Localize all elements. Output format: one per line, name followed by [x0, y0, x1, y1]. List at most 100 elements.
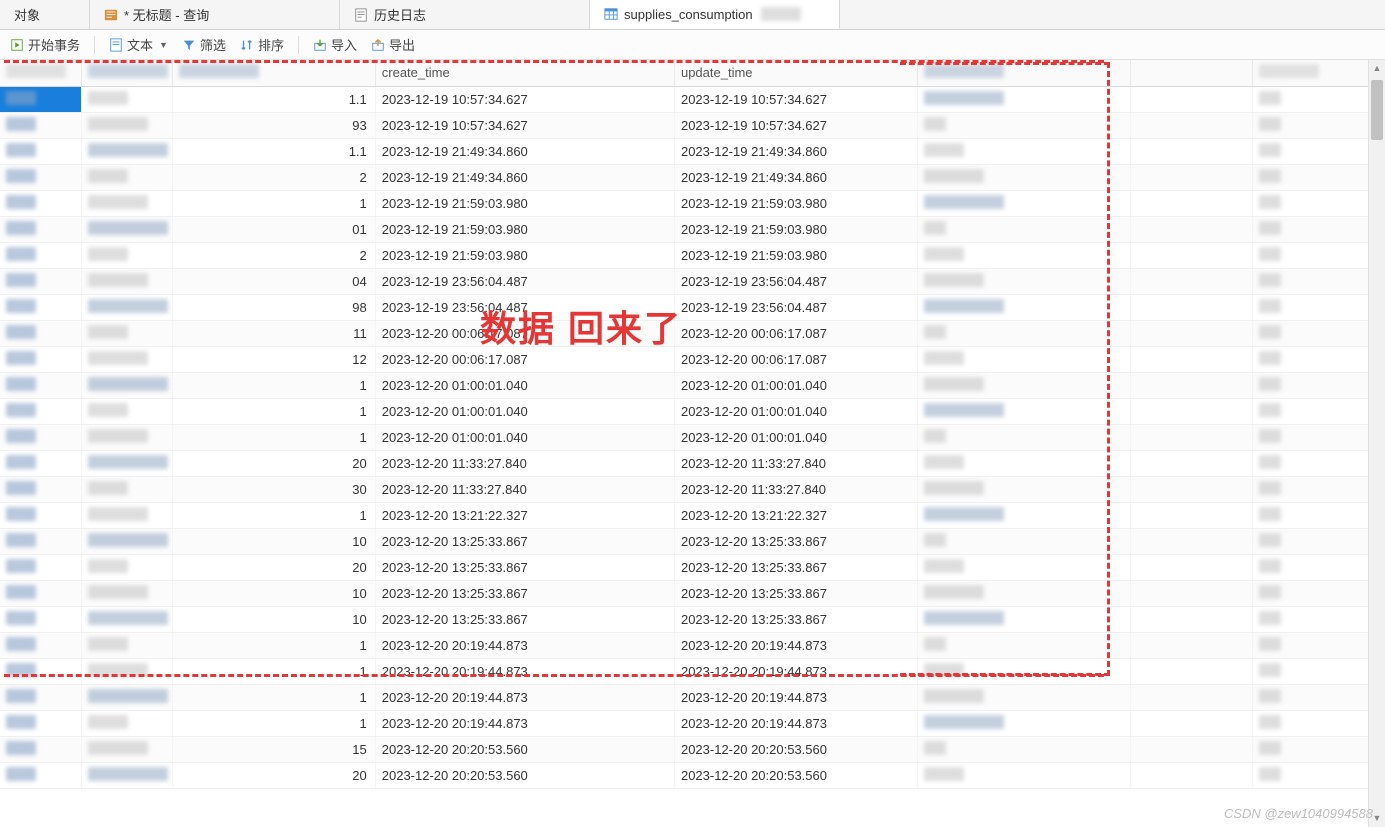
- table-row[interactable]: 22023-12-19 21:59:03.9802023-12-19 21:59…: [0, 242, 1385, 268]
- cell-blurred[interactable]: [918, 242, 1131, 268]
- cell-blurred[interactable]: [81, 190, 172, 216]
- cell-blurred[interactable]: [918, 658, 1131, 684]
- table-row[interactable]: 12023-12-20 20:19:44.8732023-12-20 20:19…: [0, 632, 1385, 658]
- cell-blurred[interactable]: [918, 580, 1131, 606]
- table-row[interactable]: 12023-12-20 20:19:44.8732023-12-20 20:19…: [0, 658, 1385, 684]
- cell-blurred[interactable]: [0, 294, 81, 320]
- cell-update-time[interactable]: 2023-12-20 20:19:44.873: [674, 710, 917, 736]
- cell-blurred[interactable]: [81, 450, 172, 476]
- cell-blurred[interactable]: [1131, 736, 1253, 762]
- col-header-blurred[interactable]: [918, 60, 1131, 86]
- cell-blurred[interactable]: [918, 450, 1131, 476]
- scroll-thumb[interactable]: [1371, 80, 1383, 140]
- table-row[interactable]: 102023-12-20 13:25:33.8672023-12-20 13:2…: [0, 528, 1385, 554]
- cell-value[interactable]: 1: [172, 684, 375, 710]
- cell-value[interactable]: 11: [172, 320, 375, 346]
- cell-blurred[interactable]: [1253, 346, 1385, 372]
- table-row[interactable]: 12023-12-20 20:19:44.8732023-12-20 20:19…: [0, 710, 1385, 736]
- cell-blurred[interactable]: [0, 242, 81, 268]
- cell-blurred[interactable]: [1253, 164, 1385, 190]
- cell-blurred[interactable]: [1131, 346, 1253, 372]
- cell-value[interactable]: 1: [172, 372, 375, 398]
- table-row[interactable]: 202023-12-20 13:25:33.8672023-12-20 13:2…: [0, 554, 1385, 580]
- cell-value[interactable]: 12: [172, 346, 375, 372]
- col-header-blurred[interactable]: [172, 60, 375, 86]
- table-row[interactable]: 102023-12-20 13:25:33.8672023-12-20 13:2…: [0, 580, 1385, 606]
- cell-blurred[interactable]: [918, 86, 1131, 112]
- cell-blurred[interactable]: [1131, 268, 1253, 294]
- cell-value[interactable]: 1: [172, 710, 375, 736]
- cell-blurred[interactable]: [918, 294, 1131, 320]
- cell-update-time[interactable]: 2023-12-19 21:49:34.860: [674, 138, 917, 164]
- cell-update-time[interactable]: 2023-12-20 00:06:17.087: [674, 346, 917, 372]
- cell-blurred[interactable]: [81, 112, 172, 138]
- sort-button[interactable]: 排序: [240, 35, 284, 54]
- cell-blurred[interactable]: [81, 268, 172, 294]
- cell-blurred[interactable]: [918, 710, 1131, 736]
- cell-update-time[interactable]: 2023-12-20 20:19:44.873: [674, 684, 917, 710]
- table-row[interactable]: 042023-12-19 23:56:04.4872023-12-19 23:5…: [0, 268, 1385, 294]
- cell-blurred[interactable]: [0, 450, 81, 476]
- cell-blurred[interactable]: [81, 684, 172, 710]
- cell-value[interactable]: 10: [172, 580, 375, 606]
- cell-update-time[interactable]: 2023-12-19 23:56:04.487: [674, 294, 917, 320]
- cell-blurred[interactable]: [1131, 320, 1253, 346]
- cell-blurred[interactable]: [81, 658, 172, 684]
- cell-value[interactable]: 93: [172, 112, 375, 138]
- cell-blurred[interactable]: [1253, 580, 1385, 606]
- cell-create-time[interactable]: 2023-12-20 20:19:44.873: [375, 632, 674, 658]
- cell-update-time[interactable]: 2023-12-20 11:33:27.840: [674, 476, 917, 502]
- table-row[interactable]: 12023-12-20 01:00:01.0402023-12-20 01:00…: [0, 372, 1385, 398]
- cell-value[interactable]: 20: [172, 554, 375, 580]
- cell-blurred[interactable]: [1253, 294, 1385, 320]
- cell-blurred[interactable]: [0, 476, 81, 502]
- col-header-blurred[interactable]: [81, 60, 172, 86]
- cell-update-time[interactable]: 2023-12-20 13:25:33.867: [674, 554, 917, 580]
- cell-create-time[interactable]: 2023-12-20 13:25:33.867: [375, 606, 674, 632]
- cell-create-time[interactable]: 2023-12-19 10:57:34.627: [375, 86, 674, 112]
- cell-create-time[interactable]: 2023-12-20 20:20:53.560: [375, 736, 674, 762]
- table-row[interactable]: 932023-12-19 10:57:34.6272023-12-19 10:5…: [0, 112, 1385, 138]
- cell-value[interactable]: 10: [172, 528, 375, 554]
- cell-blurred[interactable]: [0, 424, 81, 450]
- cell-blurred[interactable]: [0, 398, 81, 424]
- cell-blurred[interactable]: [918, 268, 1131, 294]
- cell-value[interactable]: 1: [172, 398, 375, 424]
- cell-blurred[interactable]: [81, 476, 172, 502]
- cell-blurred[interactable]: [81, 502, 172, 528]
- cell-blurred[interactable]: [0, 710, 81, 736]
- cell-blurred[interactable]: [1131, 632, 1253, 658]
- col-header-create-time[interactable]: create_time: [375, 60, 674, 86]
- cell-update-time[interactable]: 2023-12-20 11:33:27.840: [674, 450, 917, 476]
- cell-blurred[interactable]: [1131, 710, 1253, 736]
- cell-update-time[interactable]: 2023-12-20 20:20:53.560: [674, 762, 917, 788]
- cell-blurred[interactable]: [81, 398, 172, 424]
- cell-blurred[interactable]: [81, 762, 172, 788]
- cell-blurred[interactable]: [1253, 554, 1385, 580]
- cell-blurred[interactable]: [1131, 554, 1253, 580]
- cell-blurred[interactable]: [918, 762, 1131, 788]
- begin-transaction-button[interactable]: 开始事务: [10, 35, 80, 54]
- cell-blurred[interactable]: [1131, 502, 1253, 528]
- cell-blurred[interactable]: [0, 320, 81, 346]
- cell-create-time[interactable]: 2023-12-20 00:06:17.087: [375, 346, 674, 372]
- table-row[interactable]: 12023-12-19 21:59:03.9802023-12-19 21:59…: [0, 190, 1385, 216]
- cell-blurred[interactable]: [918, 684, 1131, 710]
- tab-supplies-consumption[interactable]: supplies_consumption: [590, 0, 840, 29]
- cell-blurred[interactable]: [81, 606, 172, 632]
- cell-update-time[interactable]: 2023-12-20 00:06:17.087: [674, 320, 917, 346]
- cell-blurred[interactable]: [1253, 138, 1385, 164]
- cell-value[interactable]: 1: [172, 658, 375, 684]
- cell-blurred[interactable]: [918, 372, 1131, 398]
- cell-value[interactable]: 01: [172, 216, 375, 242]
- cell-blurred[interactable]: [81, 294, 172, 320]
- cell-blurred[interactable]: [1131, 450, 1253, 476]
- cell-create-time[interactable]: 2023-12-20 20:19:44.873: [375, 658, 674, 684]
- cell-update-time[interactable]: 2023-12-20 01:00:01.040: [674, 424, 917, 450]
- table-row[interactable]: 1.12023-12-19 21:49:34.8602023-12-19 21:…: [0, 138, 1385, 164]
- cell-value[interactable]: 30: [172, 476, 375, 502]
- cell-blurred[interactable]: [1131, 658, 1253, 684]
- cell-blurred[interactable]: [81, 736, 172, 762]
- tab-query[interactable]: * 无标题 - 查询: [90, 0, 340, 29]
- cell-blurred[interactable]: [81, 86, 172, 112]
